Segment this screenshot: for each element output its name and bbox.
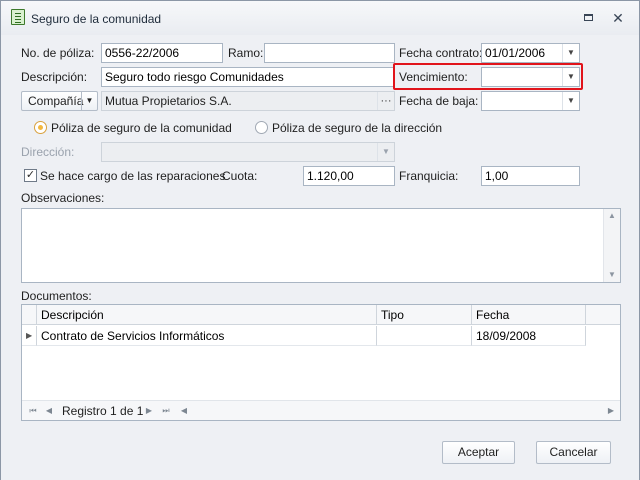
previous-record-icon[interactable]: ◀ xyxy=(42,404,56,418)
grid-navigator: ⏮ ◀ Registro 1 de 1 ▶ ⏭ ◀ ▶ xyxy=(22,400,620,420)
restore-icon[interactable] xyxy=(582,11,596,25)
radio-comunidad-label[interactable]: Póliza de seguro de la comunidad xyxy=(51,121,232,135)
reparaciones-label[interactable]: Se hace cargo de las reparaciones xyxy=(40,169,225,183)
ramo-label: Ramo: xyxy=(228,46,264,60)
row-descripcion: Contrato de Servicios Informáticos xyxy=(37,326,377,346)
radio-comunidad[interactable] xyxy=(34,121,47,134)
documentos-label: Documentos: xyxy=(21,289,92,303)
vencimiento-input[interactable]: ▼ xyxy=(481,67,580,87)
descripcion-label: Descripción: xyxy=(21,70,88,84)
title-bar: Seguro de la comunidad ✕ xyxy=(1,1,639,35)
chevron-down-icon[interactable]: ▼ xyxy=(81,92,97,110)
direccion-select: ▼ xyxy=(101,142,395,162)
chevron-down-icon: ▼ xyxy=(377,143,394,161)
record-counter: Registro 1 de 1 xyxy=(62,404,144,418)
radio-direccion-label[interactable]: Póliza de seguro de la dirección xyxy=(272,121,442,135)
scroll-up-icon[interactable]: ▲ xyxy=(604,209,620,223)
scroll-right-icon[interactable]: ▶ xyxy=(604,404,618,418)
scroll-left-icon[interactable]: ◀ xyxy=(177,404,191,418)
vertical-scrollbar[interactable]: ▲ ▼ xyxy=(603,209,620,282)
row-tipo xyxy=(377,326,472,346)
first-record-icon[interactable]: ⏮ xyxy=(26,404,40,418)
fecha-baja-input[interactable]: ▼ xyxy=(481,91,580,111)
observaciones-textarea[interactable]: ▲ ▼ xyxy=(21,208,621,283)
reparaciones-checkbox[interactable]: ✓ xyxy=(24,169,37,182)
descripcion-input[interactable]: Seguro todo riesgo Comunidades xyxy=(101,67,395,87)
window-title: Seguro de la comunidad xyxy=(31,12,162,26)
cuota-input[interactable]: 1.120,00 xyxy=(303,166,395,186)
fecha-baja-label: Fecha de baja: xyxy=(399,94,479,108)
compania-input: Mutua Propietarios S.A. ··· xyxy=(101,91,395,111)
cuota-label: Cuota: xyxy=(222,169,258,183)
franquicia-label: Franquicia: xyxy=(399,169,459,183)
ramo-input[interactable] xyxy=(264,43,395,63)
grid-header: Descripción Tipo Fecha xyxy=(22,305,620,325)
cancel-button[interactable]: Cancelar xyxy=(536,441,611,464)
column-header-descripcion[interactable]: Descripción xyxy=(37,305,377,325)
last-record-icon[interactable]: ⏭ xyxy=(159,404,173,418)
compania-button[interactable]: Compañía ▼ xyxy=(21,91,98,111)
chevron-down-icon[interactable]: ▼ xyxy=(562,44,579,62)
row-indicator-icon: ▶ xyxy=(22,326,37,346)
chevron-down-icon[interactable]: ▼ xyxy=(562,92,579,110)
observaciones-label: Observaciones: xyxy=(21,191,105,205)
poliza-input[interactable]: 0556-22/2006 xyxy=(101,43,223,63)
chevron-down-icon[interactable]: ▼ xyxy=(562,68,579,86)
fecha-contrato-input[interactable]: 01/01/2006 ▼ xyxy=(481,43,580,63)
vencimiento-label: Vencimiento: xyxy=(399,70,468,84)
next-record-icon[interactable]: ▶ xyxy=(142,404,156,418)
dialog-window: Seguro de la comunidad ✕ No. de póliza: … xyxy=(0,0,640,480)
document-icon xyxy=(11,9,25,25)
column-header-fecha[interactable]: Fecha xyxy=(472,305,586,325)
row-fecha: 18/09/2008 xyxy=(472,326,586,346)
compania-button-label: Compañía xyxy=(28,94,84,108)
documents-grid: Descripción Tipo Fecha ▶ Contrato de Ser… xyxy=(21,304,621,421)
table-row[interactable]: ▶ Contrato de Servicios Informáticos 18/… xyxy=(22,326,620,346)
radio-direccion[interactable] xyxy=(255,121,268,134)
accept-button[interactable]: Aceptar xyxy=(442,441,515,464)
poliza-label: No. de póliza: xyxy=(21,46,95,60)
ellipsis-button[interactable]: ··· xyxy=(377,92,394,110)
scroll-down-icon[interactable]: ▼ xyxy=(604,268,620,282)
direccion-label: Dirección: xyxy=(21,145,75,159)
franquicia-input[interactable]: 1,00 xyxy=(481,166,580,186)
close-icon[interactable]: ✕ xyxy=(611,11,625,25)
fecha-contrato-value: 01/01/2006 xyxy=(485,46,546,60)
grid-indicator-header xyxy=(22,305,37,325)
fecha-contrato-label: Fecha contrato: xyxy=(399,46,483,60)
compania-value: Mutua Propietarios S.A. xyxy=(105,94,232,108)
dialog-footer: Aceptar Cancelar xyxy=(1,432,639,480)
column-header-tipo[interactable]: Tipo xyxy=(377,305,472,325)
